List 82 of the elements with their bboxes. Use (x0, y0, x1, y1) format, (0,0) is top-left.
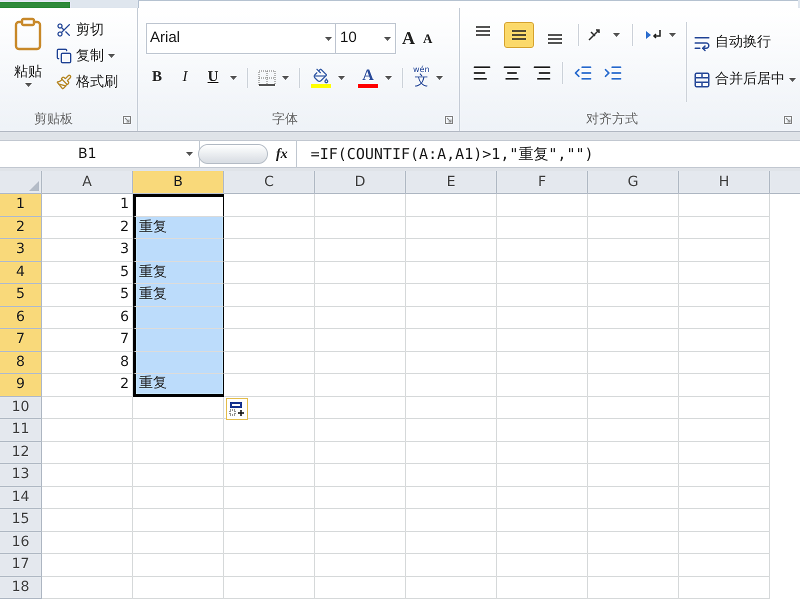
row-header[interactable]: 4 (0, 262, 42, 284)
dropdown-caret-icon[interactable] (436, 76, 443, 80)
font-color-button[interactable]: A (357, 68, 379, 88)
row-header[interactable]: 16 (0, 532, 42, 554)
dropdown-caret-icon[interactable] (789, 78, 796, 82)
row-header[interactable]: 14 (0, 486, 42, 509)
row-header[interactable]: 10 (0, 396, 42, 419)
copy-icon (56, 48, 72, 64)
cut-button[interactable]: 剪切 (56, 18, 118, 42)
wrap-text-button[interactable]: 自动换行 (693, 32, 796, 53)
scissors-icon (56, 22, 72, 38)
row-header[interactable]: 13 (0, 464, 42, 486)
column-header[interactable]: D (315, 171, 406, 193)
column-header[interactable]: G (588, 171, 679, 193)
dialog-launcher-icon[interactable] (123, 116, 131, 124)
underline-button[interactable]: U (202, 66, 224, 89)
dropdown-caret-icon[interactable] (384, 36, 391, 40)
group-label: 字体 (272, 111, 298, 130)
insert-function-button[interactable]: fx (276, 144, 288, 164)
dialog-launcher-icon[interactable] (445, 116, 453, 124)
text-direction-icon[interactable] (645, 28, 663, 42)
format-painter-button[interactable]: 格式刷 (56, 70, 118, 94)
column-header[interactable]: B (133, 171, 224, 193)
column-header[interactable]: C (224, 171, 315, 193)
dropdown-caret-icon[interactable] (282, 76, 289, 80)
row-header[interactable]: 17 (0, 554, 42, 576)
lines-icon (511, 30, 527, 40)
dropdown-caret-icon[interactable] (669, 33, 676, 37)
cell: 重复 (133, 374, 224, 396)
dropdown-caret-icon[interactable] (24, 83, 32, 87)
row-header[interactable]: 6 (0, 306, 42, 329)
copy-button[interactable]: 复制 (56, 44, 118, 68)
dropdown-caret-icon[interactable] (230, 76, 237, 80)
dialog-launcher-icon[interactable] (784, 116, 792, 124)
phonetic-button[interactable]: wén 文 (413, 66, 430, 89)
formula-field[interactable]: =IF(COUNTIF(A:A,A1)>1,"重复","") (296, 142, 800, 166)
row-header[interactable]: 9 (0, 374, 42, 396)
dropdown-caret-icon[interactable] (108, 54, 115, 58)
paste-button[interactable]: 粘贴 (8, 16, 48, 109)
lines-icon (475, 26, 491, 36)
row-header[interactable]: 12 (0, 442, 42, 464)
cell: 重复 (133, 284, 224, 306)
group-label: 剪贴板 (34, 111, 73, 130)
borders-icon[interactable] (258, 70, 276, 86)
row-header[interactable]: 15 (0, 509, 42, 532)
dropdown-caret-icon[interactable] (186, 152, 193, 156)
row-header[interactable]: 3 (0, 239, 42, 262)
corner-triangle-icon (29, 181, 39, 191)
row-header[interactable]: 11 (0, 419, 42, 442)
merge-cells-icon (693, 70, 711, 88)
cell: 1 (42, 194, 133, 216)
dropdown-caret-icon[interactable] (613, 33, 620, 37)
dropdown-caret-icon[interactable] (338, 76, 345, 80)
paste-options-button[interactable] (226, 398, 248, 420)
middle-align-button[interactable] (504, 22, 534, 48)
fill-color-button[interactable] (310, 68, 332, 88)
row-header[interactable]: 2 (0, 216, 42, 239)
grow-font-button[interactable]: A (402, 25, 415, 52)
column-header[interactable]: F (497, 171, 588, 193)
row-header[interactable]: 7 (0, 329, 42, 352)
font-name-field[interactable]: Arial (146, 23, 336, 54)
paint-bucket-icon (313, 68, 329, 84)
row-header[interactable]: 18 (0, 576, 42, 599)
group-label: 对齐方式 (586, 111, 638, 130)
paste-options-icon (229, 401, 245, 416)
splitter-handle[interactable] (198, 144, 268, 164)
font-size-field[interactable]: 10 (336, 23, 396, 54)
column-header[interactable]: E (406, 171, 497, 193)
row-header[interactable]: 8 (0, 352, 42, 374)
row-header[interactable]: 1 (0, 194, 42, 216)
bold-button[interactable]: B (146, 66, 168, 89)
column-header[interactable]: H (679, 171, 770, 193)
paintbrush-icon (56, 74, 72, 90)
cell: 重复 (133, 216, 224, 239)
lines-icon (547, 34, 563, 44)
dropdown-caret-icon[interactable] (325, 36, 332, 40)
cell: 重复 (133, 262, 224, 284)
row-header[interactable]: 5 (0, 284, 42, 306)
dropdown-caret-icon[interactable] (385, 76, 392, 80)
merge-center-button[interactable]: 合并后居中 (693, 69, 796, 90)
shrink-font-button[interactable]: A (423, 28, 432, 48)
italic-button[interactable]: I (174, 66, 196, 89)
